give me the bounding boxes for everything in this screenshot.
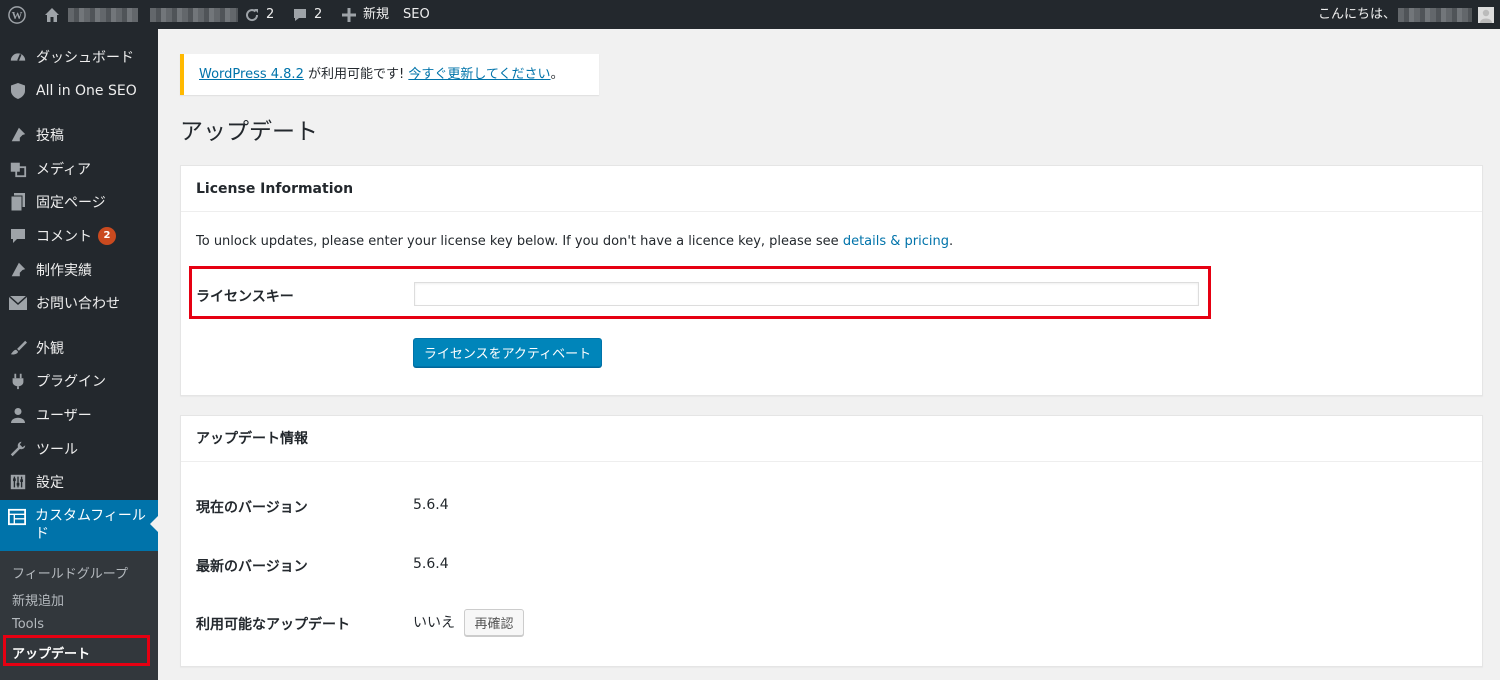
site-name-redacted	[68, 7, 138, 22]
sidebar-item-pages[interactable]: 固定ページ	[0, 185, 158, 219]
page-icon	[0, 193, 36, 211]
seo-label: SEO	[403, 7, 430, 22]
latest-version-label: 最新のバージョン	[196, 559, 308, 575]
sidebar-item-works[interactable]: 制作実績	[0, 253, 158, 287]
latest-version-value: 5.6.4	[413, 556, 449, 572]
comment-icon	[0, 228, 36, 244]
sidebar-item-settings[interactable]: 設定	[0, 465, 158, 499]
activate-license-button[interactable]: ライセンスをアクティベート	[413, 338, 602, 367]
comment-bubble-icon	[290, 5, 310, 25]
recheck-button[interactable]: 再確認	[464, 609, 524, 636]
home-icon	[42, 5, 62, 25]
admin-bar: W 2 2 新規 SEO こんにちは、	[0, 0, 1500, 29]
sidebar-item-contact[interactable]: お問い合わせ	[0, 286, 158, 320]
username-redacted	[1398, 7, 1472, 22]
seo-link[interactable]: SEO	[403, 0, 430, 29]
current-version-value: 5.6.4	[413, 497, 449, 513]
mail-icon	[0, 296, 36, 310]
sidebar-item-media[interactable]: メディア	[0, 152, 158, 186]
site-home-link[interactable]	[42, 0, 238, 29]
updates-count: 2	[266, 7, 275, 22]
plus-icon	[339, 5, 359, 25]
avatar	[1478, 6, 1494, 23]
comments-count: 2	[314, 7, 323, 22]
submenu-add-new[interactable]: 新規追加	[12, 590, 64, 609]
sidebar-item-custom-fields[interactable]: カスタムフィールド	[0, 500, 158, 551]
page-title: アップデート	[180, 119, 318, 145]
sidebar-item-all-in-one-seo[interactable]: All in One SEO	[0, 74, 158, 108]
current-version-label: 現在のバージョン	[196, 500, 308, 516]
site-name-redacted-2	[150, 7, 238, 22]
submenu-field-groups[interactable]: フィールドグループ	[12, 563, 128, 582]
update-info-heading: アップデート情報	[181, 416, 1482, 462]
notice-text: が利用可能です!	[303, 67, 409, 82]
wrench-icon	[0, 440, 36, 458]
update-info-box: アップデート情報 現在のバージョン 5.6.4 最新のバージョン 5.6.4 利…	[180, 415, 1483, 667]
details-pricing-link[interactable]: details & pricing	[843, 234, 949, 249]
sidebar-item-comments[interactable]: コメント 2	[0, 219, 158, 253]
license-highlight-box	[189, 266, 1211, 319]
available-update-value: いいえ	[413, 615, 455, 631]
sidebar-item-dashboard[interactable]: ダッシュボード	[0, 40, 158, 74]
submenu-tools[interactable]: Tools	[12, 617, 44, 632]
update-notice: WordPress 4.8.2 が利用可能です! 今すぐ更新してください。	[180, 54, 599, 95]
dashboard-icon	[0, 48, 36, 66]
media-icon	[0, 160, 36, 178]
shield-icon	[0, 83, 36, 99]
license-description-end: .	[949, 234, 954, 249]
svg-text:W: W	[12, 10, 23, 22]
license-description: To unlock updates, please enter your lic…	[196, 234, 953, 249]
brush-icon	[0, 339, 36, 357]
license-heading: License Information	[181, 166, 1482, 212]
user-icon	[0, 407, 36, 423]
custom-fields-submenu: フィールドグループ 新規追加 Tools アップデート	[0, 551, 158, 680]
greeting-text: こんにちは、	[1317, 7, 1396, 22]
available-update-label: 利用可能なアップデート	[196, 617, 350, 633]
comments-badge: 2	[98, 227, 116, 245]
my-account-link[interactable]: こんにちは、	[1318, 0, 1494, 29]
pin-icon	[0, 261, 36, 279]
refresh-icon	[242, 5, 262, 25]
wordpress-logo-icon[interactable]: W	[8, 0, 26, 29]
admin-sidebar: ダッシュボード All in One SEO 投稿 メディア 固定ページ コメン…	[0, 29, 158, 680]
settings-icon	[0, 473, 36, 491]
table-icon	[8, 508, 26, 530]
sidebar-item-users[interactable]: ユーザー	[0, 398, 158, 432]
new-content-link[interactable]: 新規	[339, 0, 389, 29]
updates-link[interactable]: 2	[242, 0, 274, 29]
license-information-box: License Information To unlock updates, p…	[180, 165, 1483, 396]
highlight-box	[3, 635, 150, 666]
wordpress-version-link[interactable]: WordPress 4.8.2	[199, 67, 304, 82]
sidebar-item-posts[interactable]: 投稿	[0, 118, 158, 152]
notice-end: 。	[550, 67, 564, 82]
update-now-link[interactable]: 今すぐ更新してください	[408, 67, 550, 82]
pin-icon	[0, 126, 36, 144]
sidebar-item-tools[interactable]: ツール	[0, 432, 158, 466]
sidebar-item-plugins[interactable]: プラグイン	[0, 364, 158, 398]
new-label: 新規	[363, 7, 390, 22]
comments-link[interactable]: 2	[290, 0, 322, 29]
license-description-text: To unlock updates, please enter your lic…	[196, 234, 843, 249]
sidebar-item-appearance[interactable]: 外観	[0, 331, 158, 365]
plugin-icon	[0, 372, 36, 390]
